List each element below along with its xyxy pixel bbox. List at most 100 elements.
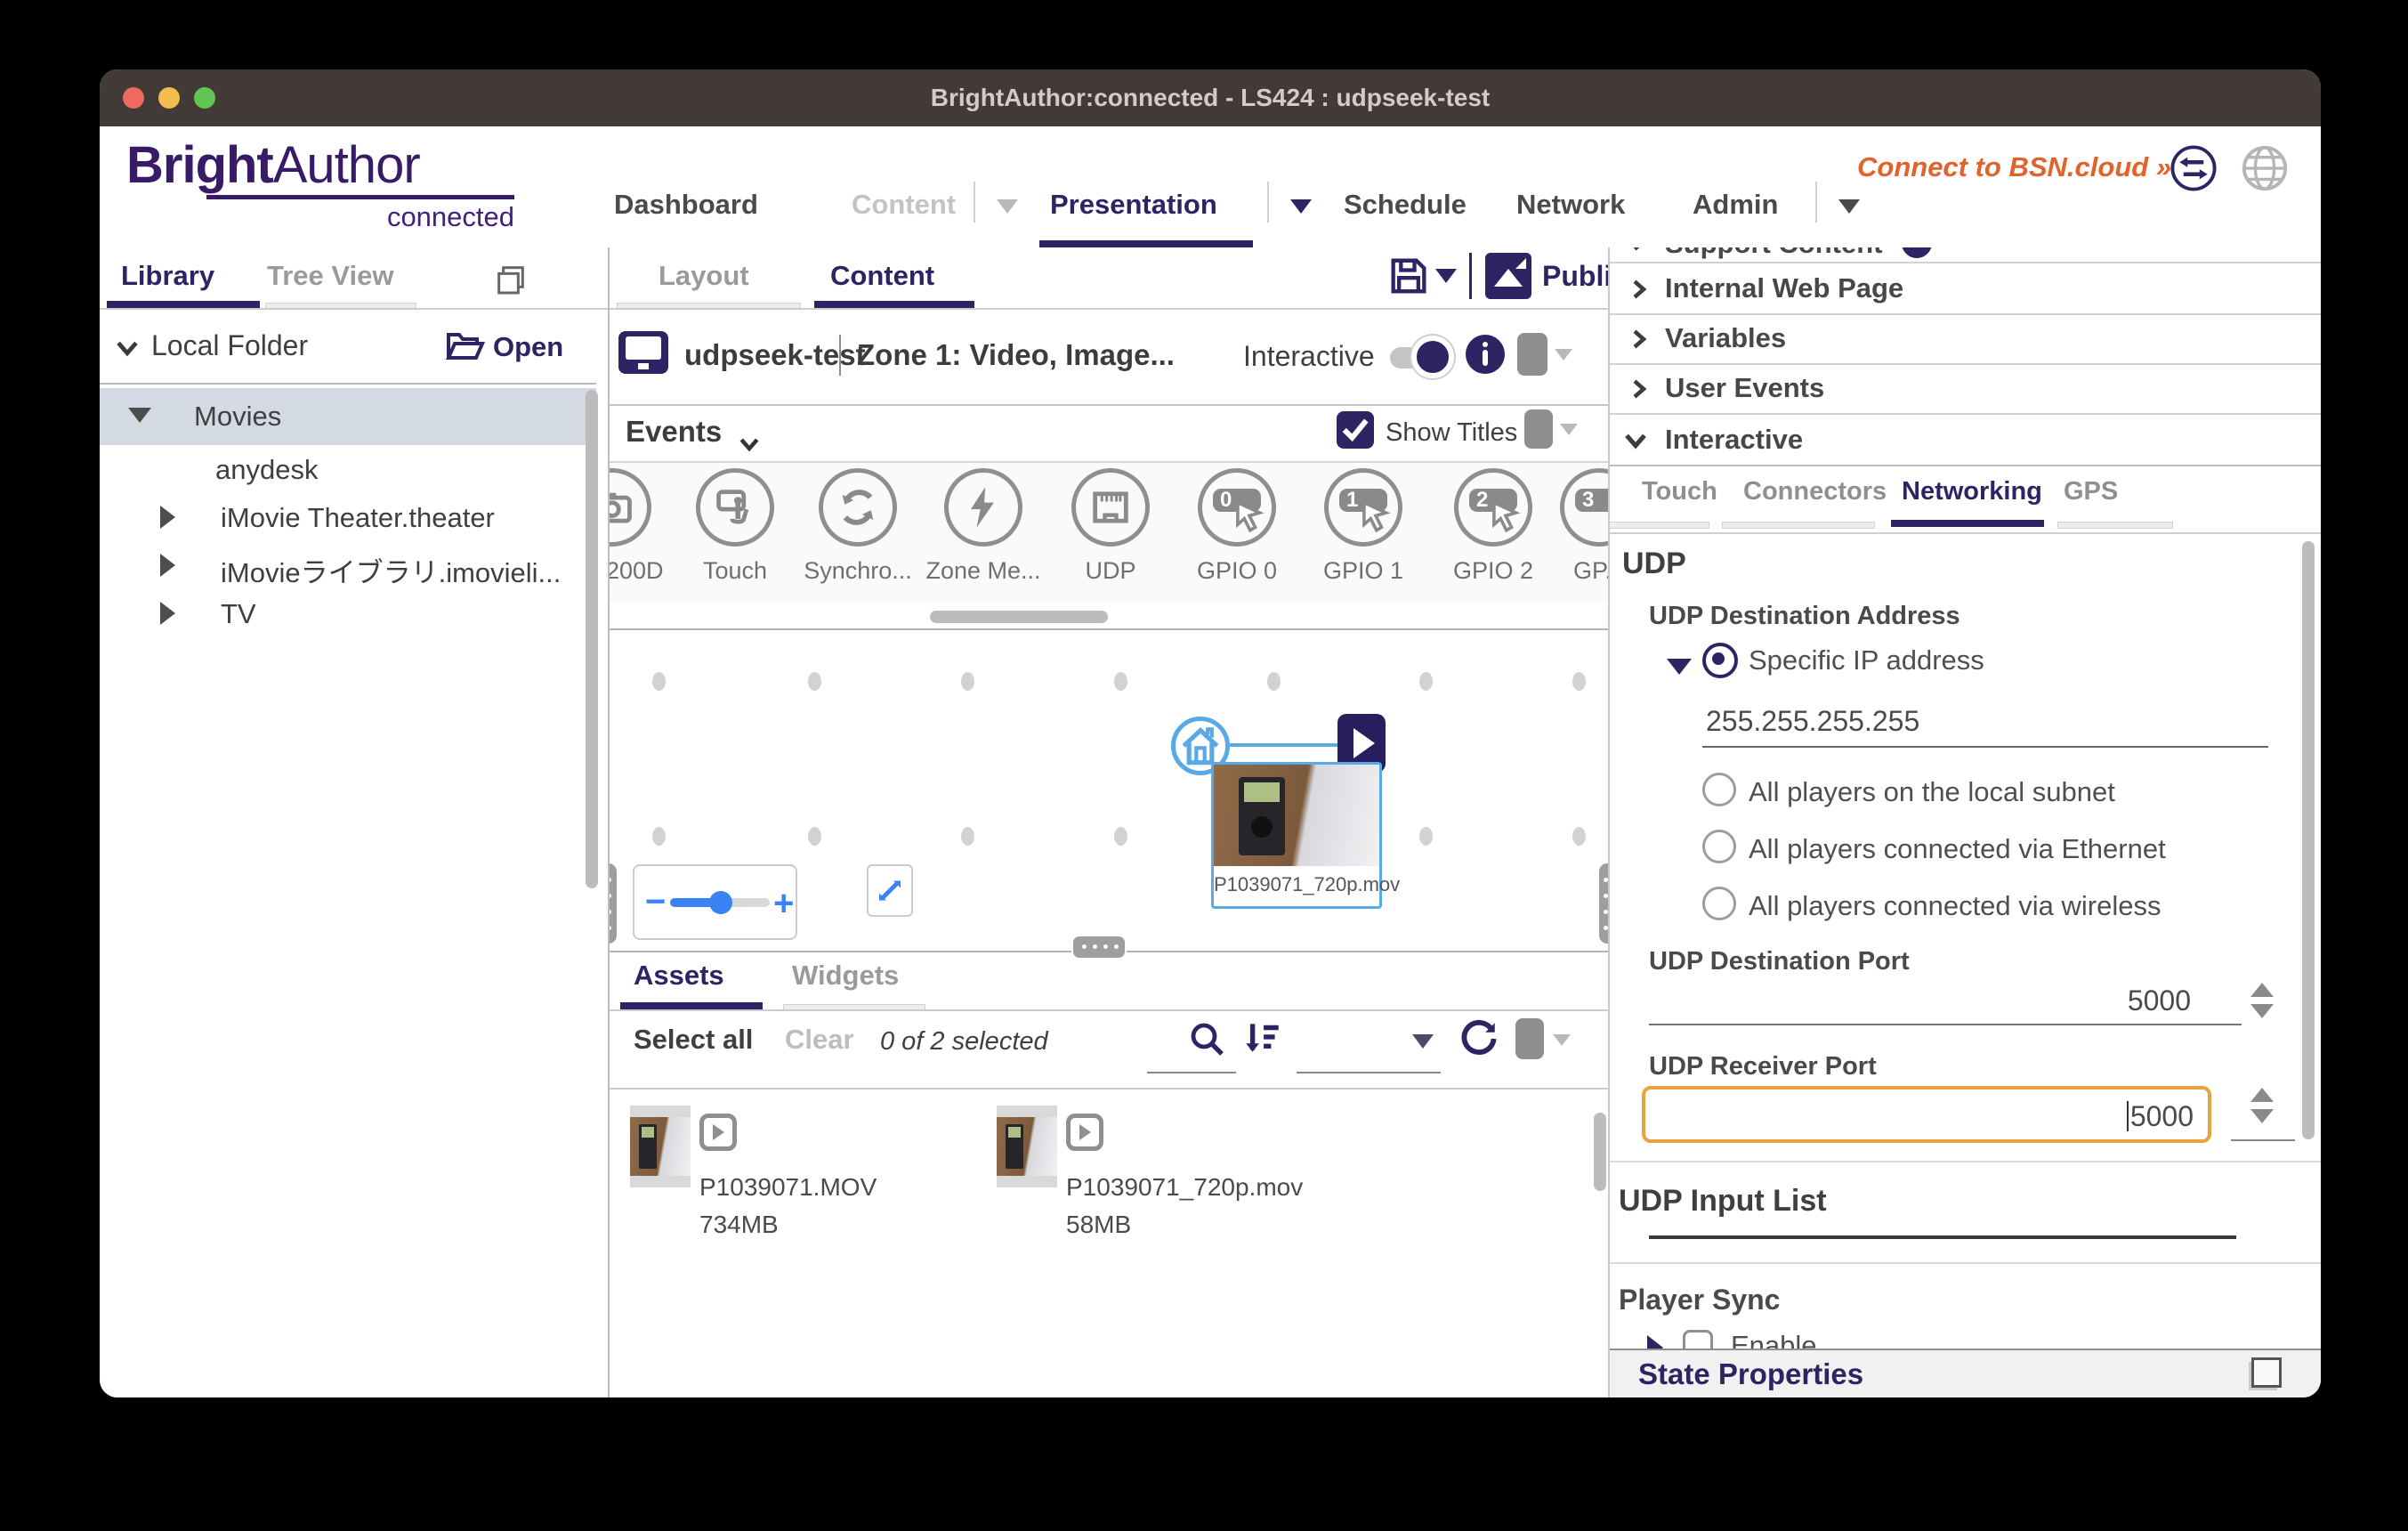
zoom-out-icon[interactable]: − (645, 882, 666, 922)
collapse-movies-icon[interactable] (128, 408, 151, 423)
events-chevron-icon[interactable] (736, 431, 763, 458)
section-internal-web-page[interactable]: Internal Web Page (1608, 263, 2321, 315)
title-swatch-dropdown-icon[interactable] (1560, 424, 1578, 435)
transfer-icon[interactable] (2170, 144, 2218, 192)
tab-networking[interactable]: Networking (1902, 477, 2042, 506)
collapse-address-options-icon[interactable] (1667, 659, 1692, 675)
inspector-scrollbar[interactable] (2302, 541, 2315, 1139)
toggle-knob[interactable] (1411, 336, 1454, 378)
canvas-left-handle[interactable] (610, 863, 617, 944)
tree-row-anydesk[interactable]: anydesk (100, 445, 596, 493)
refresh-icon[interactable] (1457, 1017, 1501, 1061)
interactive-canvas[interactable]: P1039071_720p.mov − + (610, 628, 1608, 952)
section-user-events[interactable]: User Events (1608, 365, 2321, 415)
asset-thumbnail[interactable] (997, 1106, 1057, 1187)
zoom-slider-knob[interactable] (709, 891, 732, 914)
section-interactive[interactable]: Interactive (1608, 415, 2321, 466)
collapse-local-folder-icon[interactable] (112, 333, 142, 363)
radio-specific-ip[interactable] (1702, 643, 1738, 678)
section-support-content[interactable]: Support Content (1608, 247, 2321, 263)
canvas-right-handle[interactable] (1599, 863, 1608, 944)
title-color-swatch-button[interactable] (1524, 409, 1553, 449)
clear-button[interactable]: Clear (785, 1024, 854, 1056)
presentation-dropdown-icon[interactable] (1290, 199, 1312, 214)
tab-content[interactable]: Content (830, 260, 934, 292)
dest-port-step-down-icon[interactable] (2250, 1004, 2274, 1018)
tab-connectors[interactable]: Connectors (1743, 477, 1887, 506)
asset-color-swatch-button[interactable] (1515, 1018, 1544, 1059)
nav-admin[interactable]: Admin (1693, 189, 1778, 221)
section-variables[interactable]: Variables (1608, 315, 2321, 365)
connect-bsn-link[interactable]: Connect to BSN.cloud » (1857, 151, 2151, 183)
ip-address-input[interactable]: 255.255.255.255 (1706, 705, 1919, 738)
event-touch-icon[interactable] (696, 468, 774, 547)
nav-content[interactable]: Content (852, 189, 956, 221)
event-gpio0-icon[interactable]: 0 (1198, 468, 1276, 547)
asset-list-scrollbar[interactable] (1594, 1113, 1606, 1191)
udp-receiver-port-input[interactable]: 5000 (1642, 1086, 2211, 1143)
tab-widgets[interactable]: Widgets (792, 960, 899, 992)
event-sync-icon[interactable] (819, 468, 897, 547)
open-folder-icon[interactable] (443, 326, 486, 369)
save-dropdown-icon[interactable] (1435, 269, 1457, 283)
expand-node-icon[interactable] (160, 506, 175, 529)
detach-panel-icon[interactable] (493, 262, 529, 297)
udp-dest-port-input[interactable]: 5000 (1964, 984, 2191, 1017)
event-gpio1-icon[interactable]: 1 (1324, 468, 1402, 547)
content-dropdown-icon[interactable] (997, 199, 1018, 214)
tab-assets[interactable]: Assets (634, 960, 724, 992)
event-udp-icon[interactable] (1071, 468, 1150, 547)
filter-dropdown-icon[interactable] (1412, 1034, 1434, 1049)
radio-via-ethernet[interactable] (1702, 830, 1736, 863)
event-camera-icon[interactable] (610, 468, 651, 547)
info-icon[interactable] (1466, 335, 1505, 374)
tree-row-imovie-library[interactable]: iMovieライブラリ.imovieli... (100, 541, 596, 589)
open-button[interactable]: Open (493, 331, 563, 363)
state-properties-bar[interactable]: State Properties (1608, 1349, 2321, 1397)
expand-node-icon[interactable] (160, 602, 175, 625)
color-swatch-button[interactable] (1517, 333, 1547, 376)
admin-dropdown-icon[interactable] (1838, 199, 1860, 214)
interactive-toggle[interactable] (1390, 347, 1447, 369)
grid-dot (1419, 827, 1433, 846)
tree-row-tv[interactable]: TV (100, 589, 596, 637)
dest-port-step-up-icon[interactable] (2250, 983, 2274, 997)
sort-icon[interactable] (1240, 1017, 1284, 1061)
radio-local-subnet[interactable] (1702, 773, 1736, 806)
canvas-bottom-handle[interactable] (1071, 935, 1127, 960)
fit-canvas-button[interactable] (867, 864, 913, 917)
event-gpio3-icon[interactable]: 3 (1560, 468, 1608, 547)
canvas-media-item[interactable]: P1039071_720p.mov (1211, 762, 1382, 909)
nav-schedule[interactable]: Schedule (1344, 189, 1467, 221)
receiver-port-step-down-icon[interactable] (2250, 1109, 2274, 1123)
tab-layout[interactable]: Layout (659, 260, 749, 292)
zoom-in-icon[interactable]: + (773, 884, 794, 924)
language-globe-icon[interactable] (2241, 144, 2289, 192)
tree-row-imovie-theater[interactable]: iMovie Theater.theater (100, 493, 596, 541)
udp-input-list-underline[interactable] (1649, 1235, 2236, 1239)
tab-tree-view[interactable]: Tree View (267, 260, 393, 292)
search-icon[interactable] (1186, 1018, 1229, 1061)
swatch-dropdown-icon[interactable] (1555, 349, 1572, 360)
event-strip-scrollbar[interactable] (930, 611, 1108, 623)
publish-icon[interactable] (1485, 253, 1531, 299)
event-gpio2-icon[interactable]: 2 (1454, 468, 1532, 547)
save-icon[interactable] (1386, 253, 1432, 299)
event-zone-message-icon[interactable] (944, 468, 1022, 547)
radio-via-wireless[interactable] (1702, 887, 1736, 920)
tab-gps[interactable]: GPS (2064, 477, 2118, 506)
nav-dashboard[interactable]: Dashboard (614, 189, 758, 221)
show-titles-checkbox[interactable] (1337, 411, 1374, 449)
tree-row-movies[interactable]: Movies (100, 388, 596, 445)
asset-swatch-dropdown-icon[interactable] (1553, 1034, 1571, 1046)
select-all-button[interactable]: Select all (634, 1024, 753, 1056)
detach-panel-icon[interactable] (2251, 1357, 2282, 1388)
nav-network[interactable]: Network (1516, 189, 1625, 221)
nav-presentation[interactable]: Presentation (1050, 189, 1217, 221)
asset-thumbnail[interactable] (630, 1106, 691, 1187)
tab-touch[interactable]: Touch (1642, 477, 1717, 506)
tab-library[interactable]: Library (121, 260, 214, 292)
sidebar-scrollbar[interactable] (586, 390, 598, 888)
expand-node-icon[interactable] (160, 554, 175, 577)
receiver-port-step-up-icon[interactable] (2250, 1088, 2274, 1102)
